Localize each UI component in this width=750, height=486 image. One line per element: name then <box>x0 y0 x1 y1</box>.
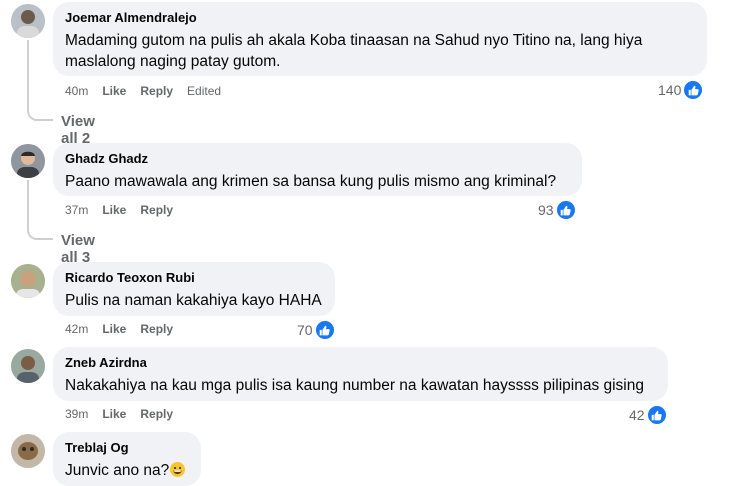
reaction-count-value: 42 <box>629 407 645 423</box>
avatar[interactable] <box>11 144 45 178</box>
reply-button[interactable]: Reply <box>140 321 173 337</box>
avatar[interactable] <box>11 4 45 38</box>
like-button[interactable]: Like <box>102 202 126 218</box>
comment-time[interactable]: 40m <box>65 83 88 99</box>
comment-author[interactable]: Ghadz Ghadz <box>65 150 570 167</box>
comment-time[interactable]: 37m <box>65 202 88 218</box>
comment-actions: 37m Like Reply <box>65 202 173 218</box>
avatar[interactable] <box>11 349 45 383</box>
reply-button[interactable]: Reply <box>140 83 173 99</box>
reaction-count-value: 70 <box>297 322 313 338</box>
thumbs-up-icon <box>555 200 576 220</box>
reaction-count-value: 93 <box>538 202 554 218</box>
comment-text: Paano mawawala ang krimen sa bansa kung … <box>65 173 557 190</box>
comment-bubble: Treblaj Og Junvic ano na? <box>53 432 201 486</box>
grinning-face-emoji <box>170 462 186 477</box>
reply-thread-line <box>27 40 53 121</box>
edited-label[interactable]: Edited <box>187 83 221 99</box>
reaction-count[interactable]: 42 <box>629 405 667 425</box>
comment-time[interactable]: 42m <box>65 321 88 337</box>
reply-thread-line <box>27 180 53 240</box>
reply-button[interactable]: Reply <box>140 406 173 422</box>
like-button[interactable]: Like <box>102 83 126 99</box>
comment-author[interactable]: Ricardo Teoxon Rubi <box>65 269 323 286</box>
comment-text: Pulis na naman kakahiya kayo HAHA <box>65 292 322 309</box>
comment-bubble: Zneb Azirdna Nakakahiya na kau mga pulis… <box>53 347 668 401</box>
comment-text: Nakakahiya na kau mga pulis isa kaung nu… <box>65 377 644 394</box>
comment-bubble: Ricardo Teoxon Rubi Pulis na naman kakah… <box>53 262 335 316</box>
comment-actions: 42m Like Reply <box>65 321 173 337</box>
comment-time[interactable]: 39m <box>65 406 88 422</box>
comment-actions: 40m Like Reply Edited <box>65 83 221 99</box>
thumbs-up-icon <box>683 80 704 100</box>
comment-bubble: Ghadz Ghadz Paano mawawala ang krimen sa… <box>53 143 582 196</box>
like-button[interactable]: Like <box>102 321 126 337</box>
comment-actions: 39m Like Reply <box>65 406 173 422</box>
avatar[interactable] <box>11 434 45 468</box>
comment-bubble: Joemar Almendralejo Madaming gutom na pu… <box>53 2 707 76</box>
thumbs-up-icon <box>646 405 667 425</box>
reaction-count[interactable]: 93 <box>538 200 576 220</box>
thumbs-up-icon <box>314 320 335 340</box>
avatar[interactable] <box>11 264 45 298</box>
comment-text: Madaming gutom na pulis ah akala Koba ti… <box>65 32 643 70</box>
comment-text-value: Junvic ano na? <box>65 462 170 479</box>
reaction-count-value: 140 <box>658 82 682 98</box>
reaction-count[interactable]: 70 <box>297 320 335 340</box>
comment-author[interactable]: Treblaj Og <box>65 439 189 456</box>
reaction-count[interactable]: 140 <box>658 80 704 100</box>
comment-author[interactable]: Zneb Azirdna <box>65 354 656 371</box>
like-button[interactable]: Like <box>102 406 126 422</box>
comment-text: Junvic ano na? <box>65 460 189 481</box>
reply-button[interactable]: Reply <box>140 202 173 218</box>
comment-author[interactable]: Joemar Almendralejo <box>65 9 695 26</box>
